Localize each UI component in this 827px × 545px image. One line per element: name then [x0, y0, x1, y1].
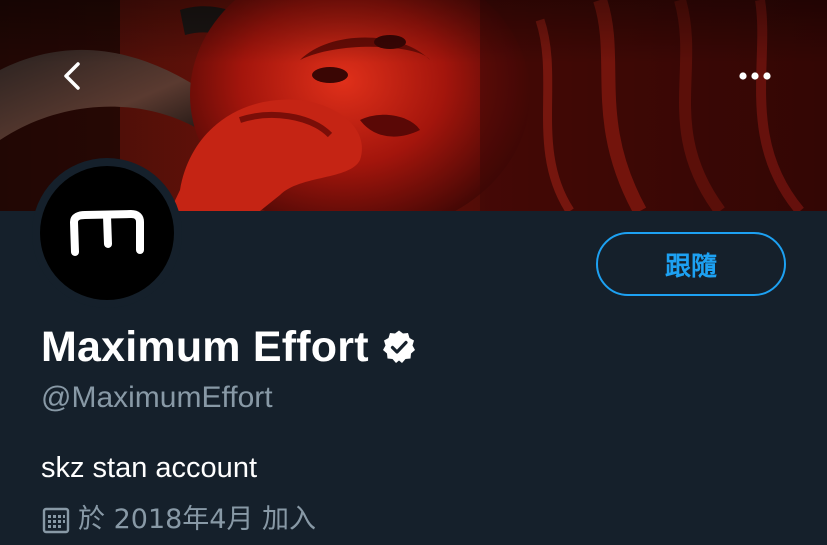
more-horizontal-icon [738, 71, 772, 81]
calendar-icon [42, 506, 70, 534]
joined-date-row: 於 2018年4月 加入 [42, 502, 316, 538]
chevron-left-icon [62, 61, 82, 91]
username-handle: @MaximumEffort [41, 381, 273, 414]
display-name: Maximum Effort [41, 323, 369, 371]
profile-bio: skz stan account [41, 452, 257, 484]
display-name-row: Maximum Effort [41, 320, 417, 374]
avatar[interactable] [32, 158, 182, 308]
follow-button[interactable]: 跟隨 [596, 232, 786, 296]
profile-screen: 跟隨 Maximum Effort @MaximumEffort skz sta… [0, 0, 827, 545]
follow-button-label: 跟隨 [664, 251, 717, 282]
joined-date-text: 於 2018年4月 加入 [78, 504, 317, 535]
back-button[interactable] [52, 56, 92, 96]
more-options-button[interactable] [730, 56, 780, 96]
avatar-logo-m [70, 210, 144, 256]
verified-badge-icon [381, 329, 417, 365]
avatar-image [40, 166, 174, 300]
